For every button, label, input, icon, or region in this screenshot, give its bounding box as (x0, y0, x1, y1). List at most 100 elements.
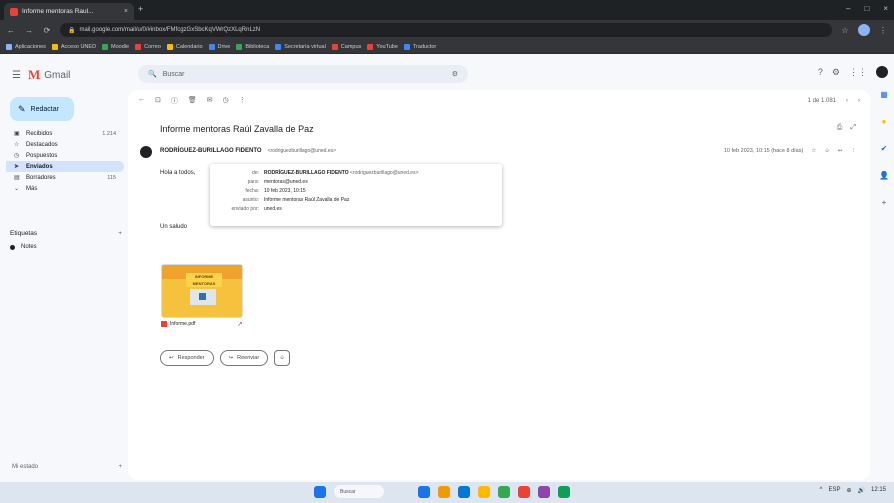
delete-icon[interactable]: 🗑 (188, 96, 197, 106)
star-icon[interactable]: ☆ (811, 148, 816, 154)
compose-button[interactable]: ✎ Redactar (10, 97, 74, 121)
browser-tab[interactable]: Informe mentoras Raul... × (4, 3, 134, 20)
add-label-button[interactable]: + (118, 230, 122, 237)
side-panel-app-icon[interactable]: 👤 (879, 171, 889, 180)
attachment-label[interactable]: Informe.pdf ➚ (161, 320, 243, 328)
more-options-icon[interactable]: ⋮ (239, 96, 246, 106)
side-panel-app-icon[interactable]: + (882, 198, 887, 207)
settings-icon[interactable]: ⚙ (832, 67, 840, 78)
attachment-logo-icon (199, 293, 206, 300)
chat-status[interactable]: Mi estado + (12, 464, 122, 470)
new-chat-button[interactable]: + (118, 464, 122, 470)
browser-menu-icon[interactable]: ⋮ (878, 26, 888, 35)
profile-avatar[interactable] (858, 24, 870, 36)
message-toolbar: ← ⊡ ⓘ 🗑 ✉ ◷ ⋮ (138, 96, 246, 106)
tray-item[interactable]: ⊕ (846, 487, 851, 494)
bookmark-item[interactable]: Aplicaciones (6, 43, 46, 50)
sidebar-item[interactable]: ▤ Borradores 115 (6, 172, 124, 183)
bookmark-item[interactable]: Biblioteca (236, 43, 269, 50)
apps-icon[interactable]: ⋮⋮ (849, 67, 867, 78)
maximize-button[interactable]: □ (864, 4, 869, 13)
gmail-logo[interactable]: M Gmail (28, 67, 70, 83)
bookmark-item[interactable]: Correo (135, 43, 161, 50)
tray-item[interactable]: ^ (820, 487, 823, 494)
taskbar-app-icon[interactable] (478, 485, 490, 498)
emoji-react-icon[interactable]: ☺ (824, 148, 830, 154)
taskbar-app-icon[interactable] (518, 485, 530, 498)
archive-icon[interactable]: ⊡ (155, 96, 161, 106)
newer-icon[interactable]: ‹ (846, 98, 848, 104)
back-icon[interactable]: ← (6, 26, 16, 35)
forward-icon[interactable]: → (24, 26, 34, 35)
close-tab-icon[interactable]: × (124, 8, 128, 15)
sidebar-item[interactable]: ⌄ Más (6, 183, 124, 194)
back-to-inbox-icon[interactable]: ← (138, 96, 145, 106)
sidebar-item-icon: ◷ (14, 153, 20, 159)
details-value: mentoras@uned.es (264, 178, 308, 185)
taskbar-app-icon[interactable] (418, 485, 430, 498)
reply-icon[interactable]: ↩ (838, 148, 843, 154)
taskbar-search[interactable]: Buscar (334, 485, 384, 498)
search-options-icon[interactable]: ⚙ (452, 70, 458, 78)
bookmark-item[interactable]: Campus (331, 43, 361, 50)
snooze-icon[interactable]: ◷ (223, 96, 229, 106)
message-actions: ↩ Responder ↪ Reenviar ☺ (160, 350, 291, 366)
sender-avatar[interactable] (140, 146, 152, 158)
tray-item[interactable]: 12:15 (871, 487, 886, 494)
mark-unread-icon[interactable]: ✉ (207, 96, 213, 106)
taskbar-app-icon[interactable] (498, 485, 510, 498)
search-icon[interactable]: 🔍 (148, 70, 157, 78)
bookmark-item[interactable]: Acceso UNED (51, 43, 96, 50)
sender-line: RODRÍGUEZ-BURILLAGO FIDENTO <rodriguezbu… (160, 148, 336, 154)
older-icon[interactable]: › (858, 98, 860, 104)
bookmark-item[interactable]: Calendario (166, 43, 203, 50)
start-menu-icon[interactable] (314, 485, 326, 498)
tray-item[interactable]: ESP (828, 487, 840, 494)
url-text: mail.google.com/mail/u/0/#inbox/FMfcgzGx… (79, 27, 261, 33)
print-icon[interactable]: ⎙ (837, 124, 843, 132)
sidebar-label-notes[interactable]: Notes (10, 244, 37, 250)
url-input[interactable]: 🔒 mail.google.com/mail/u/0/#inbox/FMfcgz… (60, 23, 832, 37)
taskbar-app-icon[interactable] (458, 485, 470, 498)
side-panel-app-icon[interactable]: ▦ (880, 90, 888, 99)
search-bar[interactable]: 🔍 Buscar ⚙ (138, 65, 468, 83)
reply-button[interactable]: ↩ Responder (160, 350, 214, 366)
sidebar-item[interactable]: ☆ Destacados (6, 139, 124, 150)
account-avatar[interactable] (876, 66, 888, 78)
forward-button[interactable]: ↪ Reenviar (219, 350, 269, 366)
attachment-preview[interactable]: INFORME MENTORAS (161, 264, 243, 318)
message-more-icon[interactable]: ⋮ (851, 148, 857, 154)
taskbar-app-icon[interactable] (558, 485, 570, 498)
sender-name[interactable]: RODRÍGUEZ-BURILLAGO FIDENTO (160, 148, 262, 154)
main-menu-icon[interactable]: ☰ (12, 70, 21, 81)
bookmark-item[interactable]: Traductor (403, 43, 436, 50)
reload-icon[interactable]: ⟳ (42, 26, 52, 35)
side-panel-app-icon[interactable]: ✔ (881, 144, 888, 153)
bookmark-favicon-icon (403, 43, 410, 50)
report-spam-icon[interactable]: ⓘ (171, 96, 178, 106)
minimize-button[interactable]: – (846, 4, 850, 13)
pencil-icon: ✎ (18, 103, 26, 114)
tray-item[interactable]: 🔊 (858, 487, 865, 494)
close-window-button[interactable]: × (883, 4, 888, 13)
bookmark-item[interactable]: Moodle (102, 43, 129, 50)
open-new-window-icon[interactable]: ⤢ (850, 124, 856, 132)
help-icon[interactable]: ? (818, 67, 823, 77)
bookmark-item[interactable]: Secretaría virtual (275, 43, 326, 50)
right-side-panel: ▦ ● ✔ 👤 + (874, 90, 894, 207)
sidebar-item[interactable]: ◷ Pospuestos (6, 150, 124, 161)
side-panel-app-icon[interactable]: ● (882, 117, 887, 126)
search-input[interactable]: Buscar (163, 71, 185, 78)
bookmark-item[interactable]: Drive (208, 43, 230, 50)
emoji-button[interactable]: ☺ (274, 350, 291, 366)
drive-add-icon[interactable]: ➚ (237, 320, 243, 328)
bookmark-item[interactable]: YouTube (367, 43, 398, 50)
taskbar-app-icon[interactable] (538, 485, 550, 498)
sidebar-item[interactable]: ▣ Recibidos 1.214 (6, 128, 124, 139)
sidebar-item[interactable]: ➤ Enviados (6, 161, 124, 172)
bookmark-favicon-icon (135, 43, 142, 50)
bookmark-star-icon[interactable]: ☆ (840, 26, 850, 35)
bookmark-favicon-icon (166, 43, 173, 50)
taskbar-app-icon[interactable] (438, 485, 450, 498)
new-tab-button[interactable]: + (138, 4, 143, 14)
